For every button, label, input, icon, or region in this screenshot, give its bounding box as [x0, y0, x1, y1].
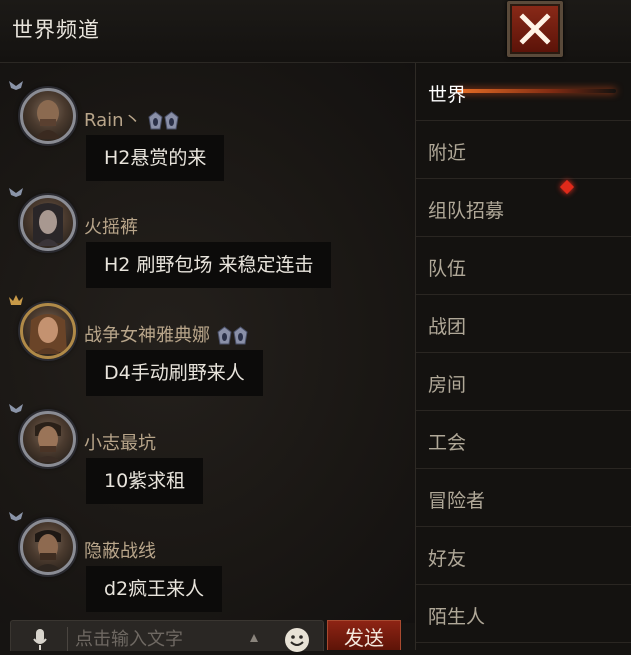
- chat-message: 战争女神雅典娜 D4手动刷野来人: [0, 293, 415, 398]
- tab-team-recruit[interactable]: 组队招募: [416, 179, 631, 237]
- player-name[interactable]: Rain丶: [84, 106, 179, 132]
- close-button[interactable]: [507, 1, 563, 57]
- divider: [67, 627, 68, 651]
- notification-dot-icon: [559, 179, 575, 195]
- badge-icon: [164, 111, 179, 130]
- expand-up-icon[interactable]: [249, 633, 259, 643]
- avatar[interactable]: [20, 195, 76, 251]
- player-name[interactable]: 隐蔽战线: [84, 537, 156, 563]
- tab-friends[interactable]: 好友: [416, 527, 631, 585]
- chat-input[interactable]: [75, 626, 245, 652]
- tab-world[interactable]: 世界: [416, 63, 631, 121]
- player-name[interactable]: 小志最坑: [84, 429, 156, 455]
- badge-icon: [148, 111, 163, 130]
- channel-tabs: 世界 附近 组队招募 队伍 战团 房间 工会 冒险者 好友 陌生人: [415, 63, 631, 650]
- tab-nearby[interactable]: 附近: [416, 121, 631, 179]
- send-button[interactable]: 发送: [327, 620, 401, 650]
- rank-wings-icon: [9, 512, 23, 521]
- chat-message: 火摇裤 H2 刷野包场 来稳定连击: [0, 185, 415, 290]
- chat-message: 小志最坑 10紫求租: [0, 401, 415, 506]
- tab-adventurer[interactable]: 冒险者: [416, 469, 631, 527]
- avatar[interactable]: [20, 411, 76, 467]
- message-bubble[interactable]: H2 刷野包场 来稳定连击: [86, 242, 332, 288]
- rank-crown-icon: [9, 295, 23, 305]
- emoji-icon[interactable]: [284, 627, 310, 653]
- channel-title: 世界频道: [12, 18, 100, 42]
- message-bubble[interactable]: D4手动刷野来人: [86, 350, 263, 396]
- tab-party[interactable]: 队伍: [416, 237, 631, 295]
- message-bubble[interactable]: H2悬赏的来: [86, 135, 225, 181]
- tab-room[interactable]: 房间: [416, 353, 631, 411]
- chat-message: Rain丶 H2悬赏的来: [0, 78, 415, 183]
- badge-icon: [217, 326, 232, 345]
- header: 世界频道: [0, 0, 631, 63]
- message-bubble[interactable]: d2疯王来人: [86, 566, 223, 612]
- rank-wings-icon: [9, 404, 23, 413]
- tab-warband[interactable]: 战团: [416, 295, 631, 353]
- message-bubble[interactable]: 10紫求租: [86, 458, 204, 504]
- rank-wings-icon: [9, 81, 23, 90]
- tab-guild[interactable]: 工会: [416, 411, 631, 469]
- tab-strangers[interactable]: 陌生人: [416, 585, 631, 643]
- chat-input-bar: [10, 620, 324, 653]
- rank-wings-icon: [9, 188, 23, 197]
- badge-icon: [233, 326, 248, 345]
- chat-message: 隐蔽战线 d2疯王来人: [0, 509, 415, 614]
- avatar[interactable]: [20, 519, 76, 575]
- chat-message-list[interactable]: Rain丶 H2悬赏的来 火摇裤 H2 刷野包场 来稳定连击 战争女神雅典娜 D…: [0, 63, 415, 623]
- avatar[interactable]: [20, 303, 76, 359]
- active-tab-glow: [456, 89, 616, 93]
- player-name[interactable]: 火摇裤: [84, 213, 138, 239]
- avatar[interactable]: [20, 88, 76, 144]
- player-name[interactable]: 战争女神雅典娜: [84, 321, 248, 347]
- microphone-icon[interactable]: [33, 629, 47, 651]
- close-x-icon: [519, 13, 551, 45]
